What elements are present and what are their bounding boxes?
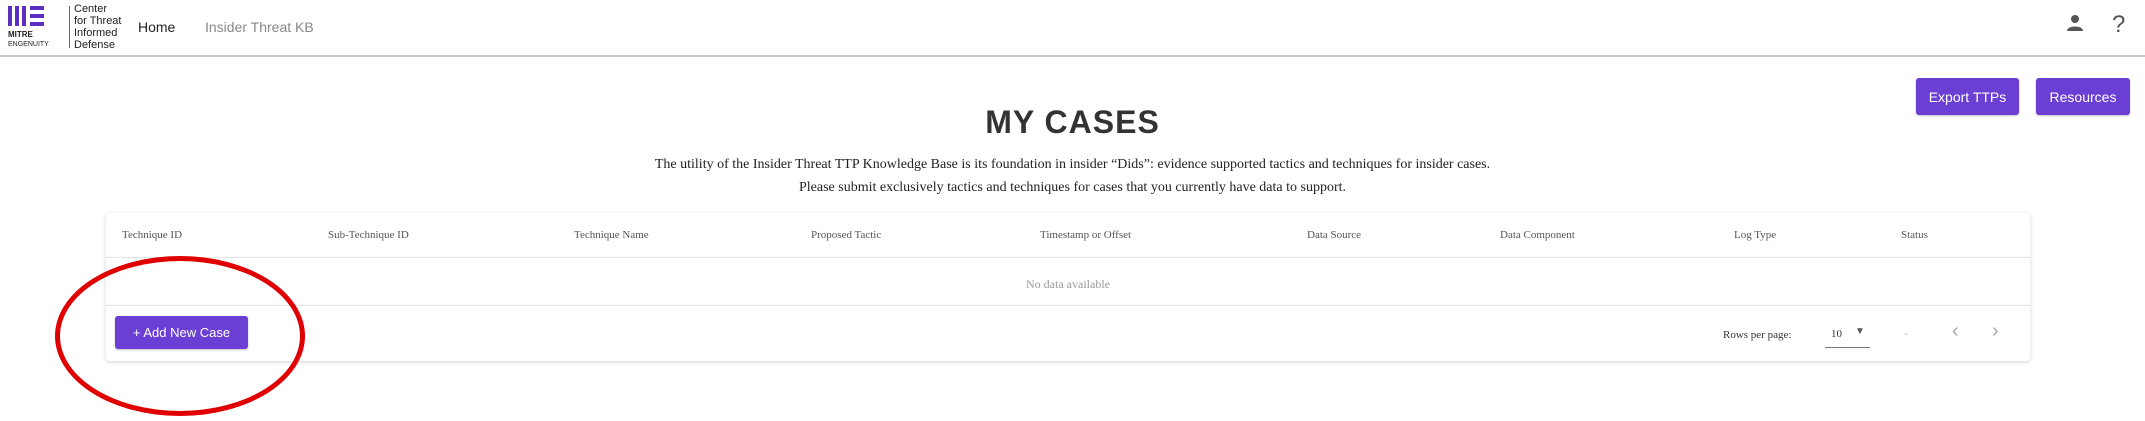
logo-line: Center xyxy=(74,3,108,15)
logo-word-engenuity: ENGENUITY xyxy=(8,41,49,48)
column-header-technique-id[interactable]: Technique ID xyxy=(122,229,182,241)
column-header-data-component[interactable]: Data Component xyxy=(1500,229,1575,241)
logo-line: Informed xyxy=(74,27,118,39)
help-icon[interactable]: ? xyxy=(2112,11,2125,39)
nav-home-link[interactable]: Home xyxy=(138,19,175,35)
user-account-icon[interactable] xyxy=(2066,14,2084,32)
logo-line: Defense xyxy=(74,39,115,51)
nav-insider-threat-kb-link[interactable]: Insider Threat KB xyxy=(205,19,314,35)
cases-table-card: Technique ID Sub-Technique ID Technique … xyxy=(106,213,2030,361)
table-header-divider xyxy=(106,257,2030,258)
logo-divider xyxy=(69,6,70,48)
mitre-engenuity-logo[interactable]: MITRE ENGENUITY xyxy=(8,4,66,50)
column-header-data-source[interactable]: Data Source xyxy=(1307,229,1361,241)
logo-center-text: Center for Threat Informed Defense xyxy=(74,3,134,51)
next-page-icon[interactable]: › xyxy=(1992,320,1999,343)
page-description-line-1: The utility of the Insider Threat TTP Kn… xyxy=(654,157,1491,172)
page-description-line-2: Please submit exclusively tactics and te… xyxy=(798,180,1346,195)
column-header-timestamp-or-offset[interactable]: Timestamp or Offset xyxy=(1040,229,1131,241)
table-footer-divider xyxy=(106,305,2030,306)
previous-page-icon[interactable]: ‹ xyxy=(1952,320,1959,343)
page-title: MY CASES xyxy=(985,104,1160,140)
top-nav-bar: MITRE ENGENUITY Center for Threat Inform… xyxy=(0,0,2145,57)
rows-per-page-label: Rows per page: xyxy=(1723,329,1792,341)
rows-per-page-select[interactable]: 10 ▼ xyxy=(1825,323,1870,348)
column-header-sub-technique-id[interactable]: Sub-Technique ID xyxy=(328,229,409,241)
logo-line: for Threat xyxy=(74,15,122,27)
pagination-range: - xyxy=(1904,326,1908,340)
column-header-technique-name[interactable]: Technique Name xyxy=(574,229,649,241)
table-empty-message: No data available xyxy=(1026,277,1110,291)
logo-word-mitre: MITRE xyxy=(8,30,34,39)
dropdown-arrow-icon: ▼ xyxy=(1855,326,1865,337)
red-annotation-circle xyxy=(55,256,305,416)
rows-per-page-value: 10 xyxy=(1831,328,1842,340)
column-header-status[interactable]: Status xyxy=(1901,229,1928,241)
column-header-proposed-tactic[interactable]: Proposed Tactic xyxy=(811,229,881,241)
column-header-log-type[interactable]: Log Type xyxy=(1734,229,1776,241)
